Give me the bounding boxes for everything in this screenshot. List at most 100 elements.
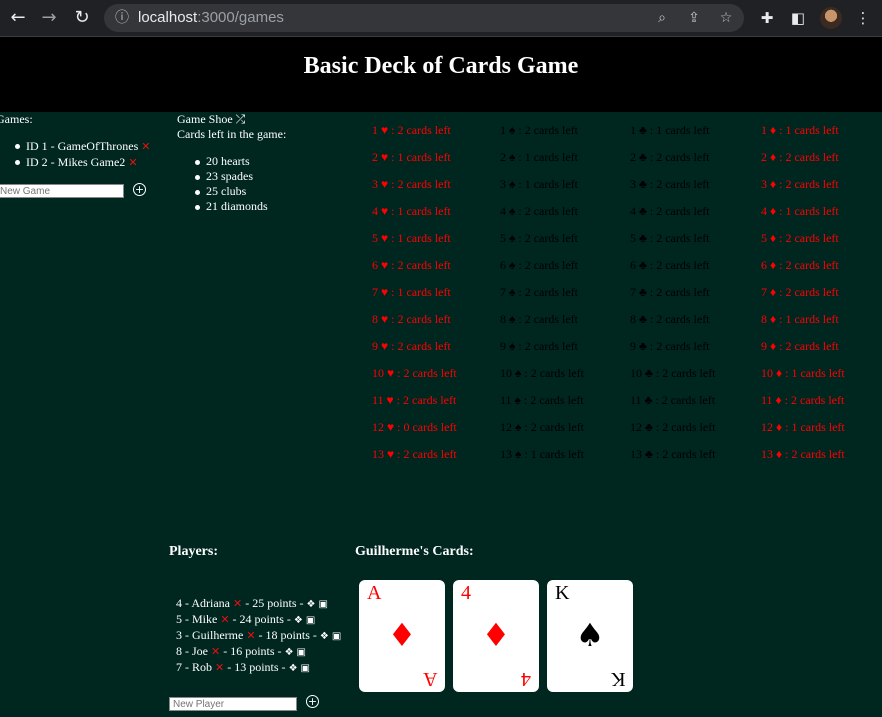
players-list: 4 - Adriana ✕ - 25 points - ❖ ▣ 5 - Mike ✕ - …: [176, 595, 341, 675]
delete-player-icon[interactable]: ✕: [215, 661, 224, 674]
player-name[interactable]: 7 - Rob: [176, 660, 212, 674]
player-name[interactable]: 5 - Mike: [176, 612, 217, 626]
player-row[interactable]: 7 - Rob ✕ - 13 points - ❖ ▣: [176, 659, 341, 675]
forward-arrow-icon[interactable]: →: [37, 6, 61, 30]
cards-left-cell: 9 ♦ : 2 cards left: [761, 339, 839, 353]
card-rank: 4: [461, 582, 471, 604]
view-cards-icon[interactable]: ▣: [332, 629, 341, 645]
player-row[interactable]: 4 - Adriana ✕ - 25 points - ❖ ▣: [176, 595, 341, 611]
card-rank: K: [610, 668, 625, 690]
add-game-icon[interactable]: +: [133, 183, 146, 196]
player-row[interactable]: 5 - Mike ✕ - 24 points - ❖ ▣: [176, 611, 341, 627]
card-suit-icon: ♦: [387, 616, 417, 654]
share-icon[interactable]: ⇪: [684, 8, 704, 28]
cards-left-cell: 6 ♣ : 2 cards left: [630, 258, 710, 272]
cards-left-cell: 2 ♠ : 1 cards left: [500, 150, 579, 164]
playing-card[interactable]: 4 ♦ 4: [453, 580, 539, 692]
side-panel-icon[interactable]: ◧: [787, 7, 809, 29]
card-suit-icon: ♠: [575, 616, 605, 654]
cards-left-cell: 1 ♣ : 1 cards left: [630, 123, 710, 137]
cards-left-cell: 5 ♠ : 2 cards left: [500, 231, 579, 245]
cards-left-cell: 1 ♠ : 2 cards left: [500, 123, 579, 137]
player-name[interactable]: 3 - Guilherme: [176, 628, 243, 642]
shoe-count-item: 25 clubs: [177, 184, 268, 199]
cards-left-cell: 13 ♣ : 2 cards left: [630, 447, 716, 461]
player-row[interactable]: 3 - Guilherme ✕ - 18 points - ❖ ▣: [176, 627, 341, 643]
cards-left-cell: 10 ♣ : 2 cards left: [630, 366, 716, 380]
card-rank: 4: [521, 668, 531, 690]
cards-left-cell: 10 ♦ : 1 cards left: [761, 366, 845, 380]
cards-left-cell: 4 ♠ : 2 cards left: [500, 204, 579, 218]
cards-left-cell: 4 ♦ : 1 cards left: [761, 204, 839, 218]
zoom-icon[interactable]: ⌕: [652, 8, 672, 28]
cards-left-cell: 7 ♣ : 2 cards left: [630, 285, 710, 299]
cards-left-cell: 11 ♥ : 2 cards left: [372, 393, 457, 407]
bookmark-star-icon[interactable]: ☆: [716, 8, 736, 28]
extensions-icon[interactable]: ✚: [756, 7, 778, 29]
view-cards-icon[interactable]: ▣: [301, 661, 310, 677]
delete-player-icon[interactable]: ✕: [246, 629, 255, 642]
shoe-subtitle: Cards left in the game:: [177, 127, 287, 141]
cards-left-cell: 1 ♦ : 1 cards left: [761, 123, 839, 137]
cards-left-cell: 10 ♠ : 2 cards left: [500, 366, 585, 380]
cards-left-cell: 8 ♠ : 2 cards left: [500, 312, 579, 326]
shoe-count-item: 20 hearts: [177, 154, 268, 169]
deal-card-icon[interactable]: ❖: [320, 629, 329, 645]
player-points: - 24 points -: [232, 612, 291, 626]
delete-game-icon[interactable]: ✕: [141, 140, 150, 153]
player-row[interactable]: 8 - Joe ✕ - 16 points - ❖ ▣: [176, 643, 341, 659]
view-cards-icon[interactable]: ▣: [319, 597, 328, 613]
cards-left-cell: 4 ♥ : 1 cards left: [372, 204, 451, 218]
player-points: - 16 points -: [223, 644, 282, 658]
cards-left-cell: 12 ♣ : 2 cards left: [630, 420, 716, 434]
shoe-count-item: 23 spades: [177, 169, 268, 184]
page-header: Basic Deck of Cards Game: [0, 37, 882, 112]
cards-left-cell: 2 ♣ : 2 cards left: [630, 150, 710, 164]
deal-card-icon[interactable]: ❖: [289, 661, 298, 677]
info-icon[interactable]: ⓘ: [112, 8, 132, 28]
back-arrow-icon[interactable]: ←: [6, 6, 30, 30]
cards-left-cell: 12 ♦ : 1 cards left: [761, 420, 845, 434]
card-rank: K: [555, 582, 570, 604]
cards-left-cell: 12 ♥ : 0 cards left: [372, 420, 457, 434]
delete-player-icon[interactable]: ✕: [211, 645, 220, 658]
cards-left-cell: 13 ♦ : 2 cards left: [761, 447, 845, 461]
cards-left-cell: 11 ♣ : 2 cards left: [630, 393, 716, 407]
delete-game-icon[interactable]: ✕: [128, 156, 137, 169]
menu-kebab-icon[interactable]: ⋮: [852, 7, 874, 29]
url-text: localhost:3000/games: [138, 9, 284, 26]
cards-left-cell: 4 ♣ : 2 cards left: [630, 204, 710, 218]
cards-left-cell: 8 ♥ : 2 cards left: [372, 312, 451, 326]
add-player-icon[interactable]: +: [306, 695, 319, 708]
new-player-input[interactable]: [169, 697, 297, 711]
player-name[interactable]: 4 - Adriana: [176, 596, 230, 610]
cards-left-cell: 5 ♣ : 2 cards left: [630, 231, 710, 245]
cards-left-cell: 2 ♦ : 2 cards left: [761, 150, 839, 164]
game-item[interactable]: ID 2 - Mikes Game2 ✕: [0, 154, 151, 170]
page-title: Basic Deck of Cards Game: [303, 53, 579, 79]
cards-left-cell: 2 ♥ : 1 cards left: [372, 150, 451, 164]
players-title: Players:: [169, 544, 218, 559]
cards-left-cell: 6 ♠ : 2 cards left: [500, 258, 579, 272]
browser-toolbar: ← → ↻ ⓘ localhost:3000/games ⌕ ⇪ ☆ ✚ ◧ ⋮: [0, 0, 882, 37]
new-game-input[interactable]: [0, 184, 124, 198]
reload-icon[interactable]: ↻: [70, 6, 94, 30]
cards-left-cell: 13 ♥ : 2 cards left: [372, 447, 457, 461]
delete-player-icon[interactable]: ✕: [220, 613, 229, 626]
cards-left-cell: 11 ♦ : 2 cards left: [761, 393, 845, 407]
player-name[interactable]: 8 - Joe: [176, 644, 208, 658]
game-shoe-panel: Game Shoe ⤮ Cards left in the game: 20 he…: [177, 112, 367, 213]
delete-player-icon[interactable]: ✕: [233, 597, 242, 610]
cards-left-cell: 1 ♥ : 2 cards left: [372, 123, 451, 137]
address-bar[interactable]: ⓘ localhost:3000/games ⌕ ⇪ ☆: [104, 4, 744, 32]
profile-avatar[interactable]: [820, 7, 842, 29]
game-item[interactable]: ID 1 - GameOfThrones ✕: [0, 138, 151, 154]
playing-card[interactable]: A ♦ A: [359, 580, 445, 692]
playing-card[interactable]: K ♠ K: [547, 580, 633, 692]
games-list: ID 1 - GameOfThrones ✕ ID 2 - Mikes Game2…: [0, 138, 151, 170]
player-points: - 25 points -: [245, 596, 304, 610]
cards-left-cell: 13 ♠ : 1 cards left: [500, 447, 585, 461]
shuffle-icon[interactable]: ⤮: [236, 112, 246, 127]
cards-left-cell: 10 ♥ : 2 cards left: [372, 366, 457, 380]
cards-left-cell: 7 ♠ : 2 cards left: [500, 285, 579, 299]
